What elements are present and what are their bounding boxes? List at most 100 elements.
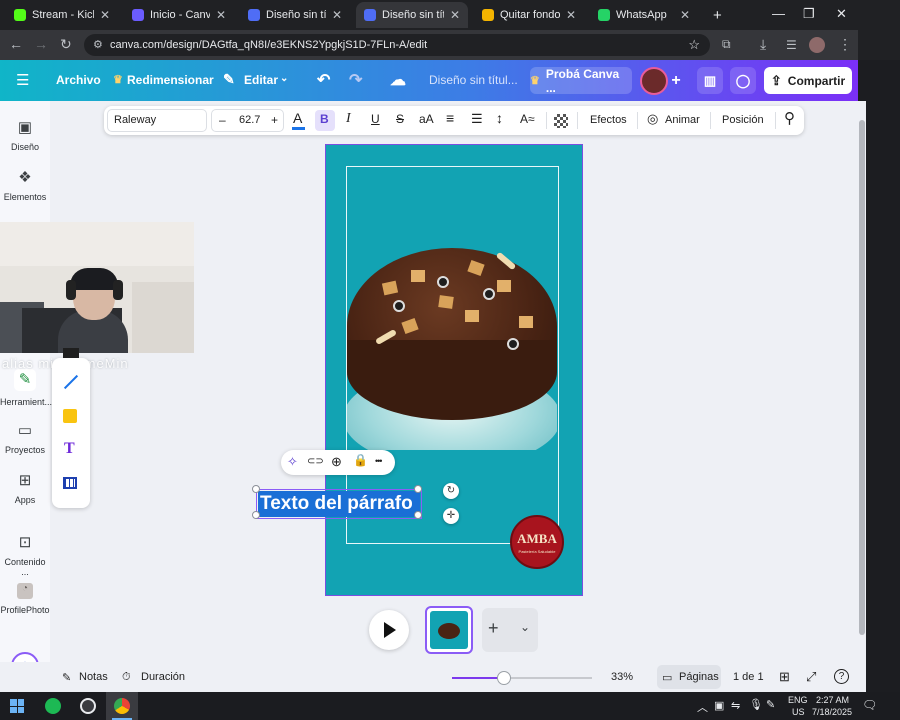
- file-menu[interactable]: Archivo: [56, 73, 101, 87]
- clock-time[interactable]: 2:27 AM: [816, 695, 849, 705]
- try-pro-button[interactable]: ♛ Probá Canva ...: [530, 67, 632, 95]
- chevron-down-icon[interactable]: ⌄: [520, 620, 530, 634]
- resize-button[interactable]: Redimensionar: [127, 73, 214, 87]
- grid-view-icon[interactable]: ⊞: [779, 669, 790, 685]
- user-avatar[interactable]: [640, 67, 668, 95]
- obs-icon[interactable]: [80, 698, 96, 714]
- restore-button[interactable]: ❐: [803, 6, 815, 22]
- notes-button[interactable]: Notas: [79, 671, 108, 683]
- taskbar-chrome-active[interactable]: [106, 692, 138, 720]
- help-button[interactable]: ?: [834, 669, 849, 684]
- comment-icon[interactable]: ◯: [730, 67, 756, 94]
- close-tab-icon[interactable]: ✕: [680, 8, 690, 22]
- close-tab-icon[interactable]: ✕: [332, 8, 342, 22]
- back-icon[interactable]: ←: [9, 36, 23, 52]
- sidebar-item-profilephoto[interactable]: ◔ ProfilePhoto: [0, 583, 50, 615]
- tray-network-icon[interactable]: ⇋: [731, 699, 740, 712]
- resize-handle-br[interactable]: [414, 511, 422, 519]
- cake-image[interactable]: [347, 240, 557, 450]
- browser-tab[interactable]: Inicio - Canva ✕: [124, 2, 234, 28]
- bullet-list-icon[interactable]: ☰: [471, 111, 483, 127]
- text-color-icon[interactable]: A: [293, 110, 302, 126]
- pen-tip-icon[interactable]: [63, 348, 79, 358]
- font-family-select[interactable]: Raleway: [107, 109, 207, 132]
- sidebar-item-design[interactable]: ▣ Diseño: [0, 118, 50, 152]
- close-tab-icon[interactable]: ✕: [100, 8, 110, 22]
- browser-tab[interactable]: Stream - Kick Das ✕: [6, 2, 118, 28]
- minimize-button[interactable]: —: [772, 6, 785, 21]
- italic-button[interactable]: I: [346, 111, 351, 127]
- design-title[interactable]: Diseño sin títul...: [429, 73, 518, 87]
- extensions-icon[interactable]: ☰: [786, 38, 797, 52]
- resize-handle-bl[interactable]: [252, 511, 260, 519]
- browser-tab[interactable]: Diseño sin título ✕: [240, 2, 350, 28]
- cloud-save-icon[interactable]: ☁: [390, 70, 406, 90]
- magic-edit-icon[interactable]: ✧: [287, 454, 298, 470]
- decrease-size-button[interactable]: –: [219, 113, 226, 127]
- font-size-value[interactable]: 62.7: [239, 114, 260, 126]
- sidebar-item-elements[interactable]: ❖ Elementos: [0, 168, 50, 202]
- bold-button[interactable]: B: [320, 112, 329, 126]
- close-tab-icon[interactable]: ✕: [566, 8, 576, 22]
- profile-avatar[interactable]: [809, 37, 825, 53]
- reload-icon[interactable]: ↻: [60, 36, 72, 53]
- add-collaborator-icon[interactable]: +: [666, 67, 686, 94]
- line-spacing-icon[interactable]: ↕: [496, 110, 503, 126]
- position-button[interactable]: Posición: [722, 114, 764, 126]
- sidebar-item-tools[interactable]: ✎ Herramient...: [0, 369, 52, 407]
- windows-start-icon[interactable]: [10, 699, 24, 713]
- close-tab-icon[interactable]: ✕: [450, 8, 460, 22]
- browser-tab[interactable]: Quitar fondo a im ✕: [474, 2, 584, 28]
- fullscreen-icon[interactable]: ⤢: [806, 669, 816, 685]
- tray-app-icon[interactable]: ▣: [714, 699, 724, 712]
- edit-button[interactable]: Editar: [244, 73, 278, 87]
- text-effects-icon[interactable]: A≈: [520, 112, 535, 126]
- resize-handle-tr[interactable]: [414, 485, 422, 493]
- underline-button[interactable]: U: [371, 112, 380, 126]
- browser-tab[interactable]: Diseño sin título ✕: [356, 2, 468, 28]
- more-options-icon[interactable]: •••: [375, 456, 383, 466]
- download-icon[interactable]: ⤓: [760, 36, 766, 53]
- text-tool-icon[interactable]: T: [64, 440, 75, 458]
- move-icon[interactable]: ✛: [443, 508, 459, 524]
- insights-chart-icon[interactable]: ▥: [697, 67, 723, 94]
- strikethrough-button[interactable]: S: [396, 112, 404, 126]
- lock-icon[interactable]: 🔒: [353, 453, 368, 467]
- page-thumbnail[interactable]: [425, 606, 473, 654]
- zoom-slider-handle[interactable]: [497, 671, 511, 685]
- line-tool-icon[interactable]: [63, 374, 79, 390]
- redo-icon[interactable]: ↷: [349, 70, 362, 90]
- close-tab-icon[interactable]: ✕: [216, 8, 226, 22]
- effects-button[interactable]: Efectos: [590, 114, 627, 126]
- table-icon[interactable]: [63, 477, 77, 489]
- transparency-icon[interactable]: [554, 114, 568, 128]
- spotify-icon[interactable]: [45, 698, 61, 714]
- letter-case-button[interactable]: aA: [419, 112, 434, 126]
- duration-button[interactable]: Duración: [141, 671, 185, 683]
- bookmark-star-icon[interactable]: ☆: [688, 37, 700, 53]
- increase-size-button[interactable]: +: [271, 113, 278, 127]
- link-icon[interactable]: ⊂⊃: [307, 456, 324, 467]
- vertical-scrollbar[interactable]: [859, 120, 865, 635]
- add-comment-icon[interactable]: ⊕: [331, 454, 342, 470]
- menu-icon[interactable]: ☰: [16, 71, 29, 89]
- zoom-slider-track[interactable]: [452, 671, 592, 685]
- sidebar-item-apps[interactable]: ⊞ Apps: [0, 471, 50, 505]
- pages-toggle[interactable]: ▭ Páginas: [657, 665, 721, 689]
- amba-logo[interactable]: AMBA Pastelería Saludable: [510, 515, 564, 569]
- url-bar[interactable]: ⚙ canva.com/design/DAGtfa_qN8I/e3EKNS2Yp…: [84, 34, 710, 56]
- chevron-down-icon[interactable]: ⌄: [280, 73, 288, 84]
- add-page-icon[interactable]: +: [488, 618, 499, 639]
- tray-pen-icon[interactable]: ✎: [766, 698, 775, 711]
- copy-style-icon[interactable]: ⚲: [784, 109, 795, 127]
- resize-handle-tl[interactable]: [252, 485, 260, 493]
- align-left-icon[interactable]: ≡: [446, 110, 454, 126]
- undo-icon[interactable]: ↶: [317, 70, 330, 90]
- notification-icon[interactable]: 🗨: [862, 698, 877, 712]
- region-indicator[interactable]: US: [792, 707, 805, 717]
- new-tab-button[interactable]: +: [713, 7, 722, 24]
- tray-mic-icon[interactable]: 🎙: [749, 698, 763, 711]
- tray-chevron-icon[interactable]: ︿: [697, 699, 708, 715]
- site-info-icon[interactable]: ⚙: [93, 38, 103, 51]
- sidebar-item-projects[interactable]: ▭ Proyectos: [0, 421, 50, 455]
